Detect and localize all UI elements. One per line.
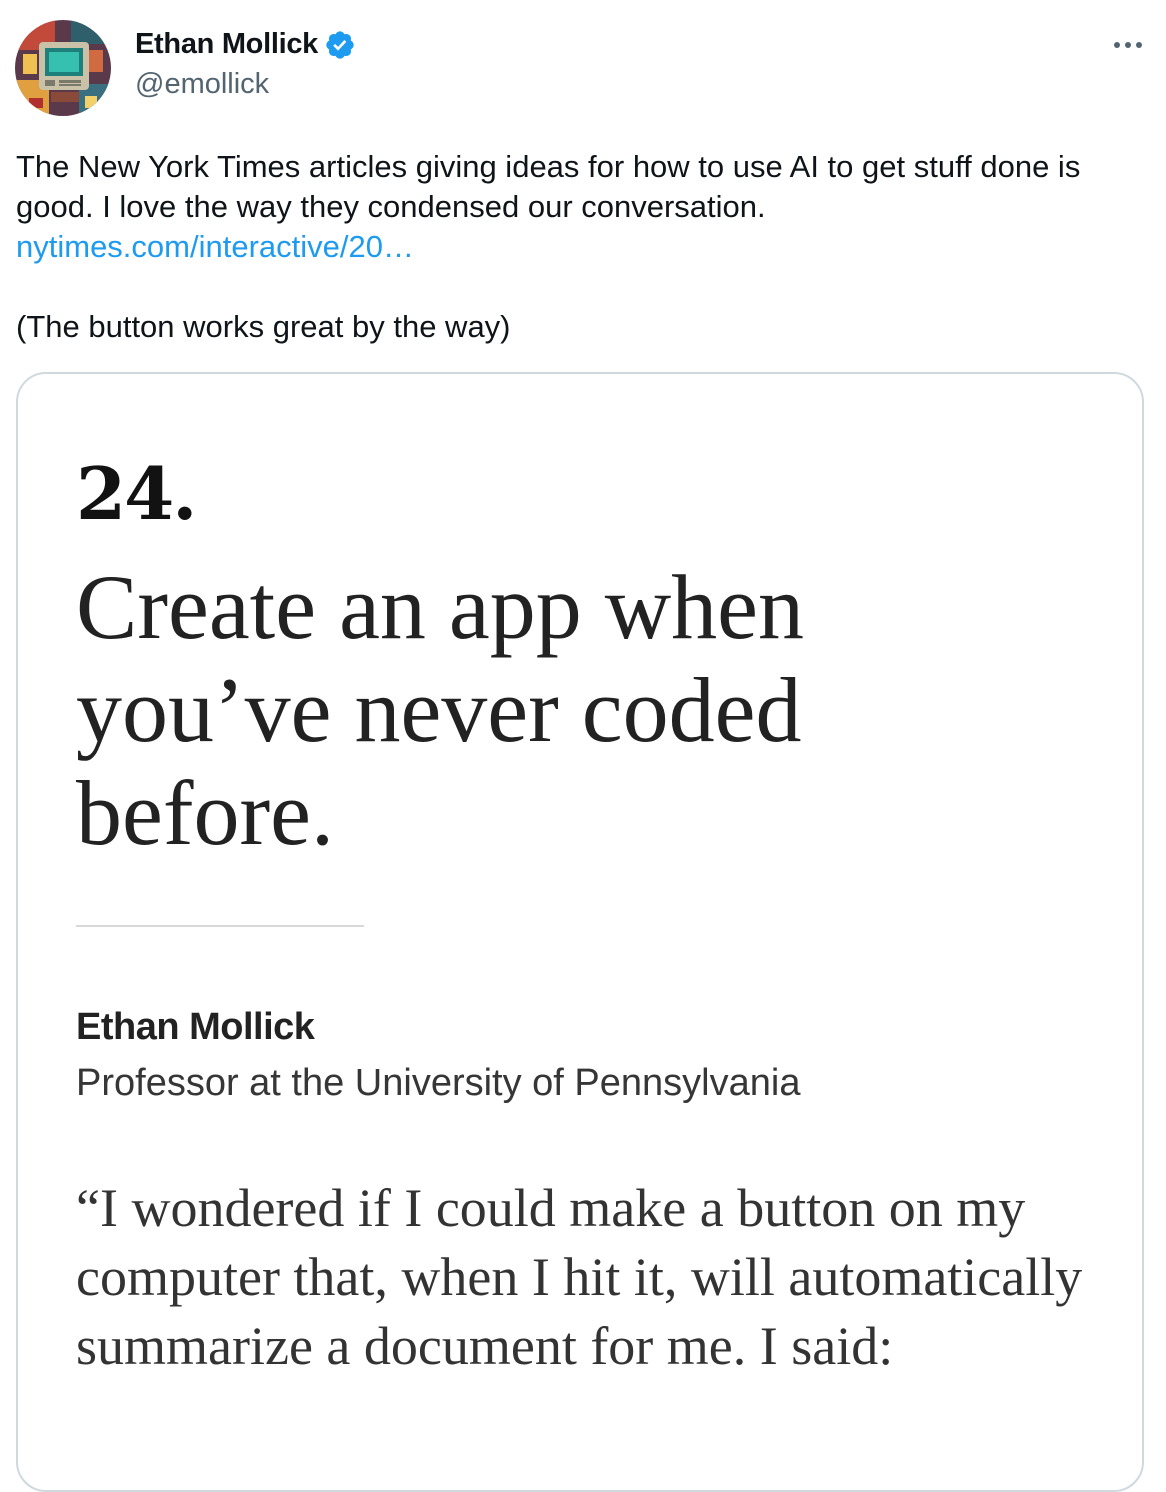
tweet: Ethan Mollick @emollick The New York Tim… [0, 0, 1166, 1492]
divider [76, 925, 364, 927]
card-quote: “I wondered if I could make a button on … [76, 1178, 1083, 1376]
embedded-image-card[interactable]: 24. Create an app when you’ve never code… [16, 372, 1144, 1492]
byline-role: Professor at the University of Pennsylva… [76, 1062, 801, 1104]
pixel-art-retro-computer-avatar-icon [15, 20, 111, 116]
avatar[interactable] [15, 20, 111, 116]
more-options-button[interactable] [1110, 30, 1146, 60]
card-item-number: 24. [76, 451, 197, 536]
tweet-text-line: (The button works great by the way) [16, 309, 511, 344]
verified-badge-icon[interactable] [324, 29, 356, 61]
more-horizontal-icon [1114, 42, 1142, 48]
article-link[interactable]: nytimes.com/interactive/20… [16, 229, 414, 264]
tweet-text-line: The New York Times articles giving ideas… [16, 149, 1081, 224]
tweet-text: The New York Times articles giving ideas… [16, 147, 1136, 347]
author-name[interactable]: Ethan Mollick [135, 28, 318, 61]
card-title: Create an app when you’ve never coded be… [76, 556, 805, 864]
author-handle[interactable]: @emollick [135, 68, 269, 101]
author-name-row: Ethan Mollick [135, 28, 356, 61]
byline-name: Ethan Mollick [76, 1006, 315, 1048]
